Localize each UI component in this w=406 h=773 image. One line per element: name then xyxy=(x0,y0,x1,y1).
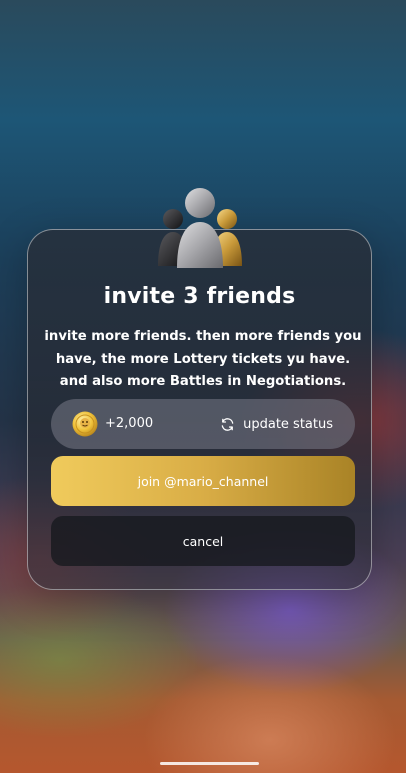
home-indicator[interactable] xyxy=(160,762,259,765)
dialog-description: invite more friends. then more friends y… xyxy=(44,329,362,389)
coin-icon xyxy=(72,411,98,437)
update-status-label: update status xyxy=(243,416,333,432)
join-channel-button[interactable]: join @mario_channel xyxy=(51,456,355,506)
reward-status-row: +2,000 update status xyxy=(51,399,355,449)
refresh-icon xyxy=(220,417,235,432)
reward-amount: +2,000 xyxy=(105,416,154,431)
cancel-button[interactable]: cancel xyxy=(51,516,355,566)
friends-group-icon xyxy=(155,186,245,270)
update-status-button[interactable]: update status xyxy=(220,412,333,436)
dialog-title: invite 3 friends xyxy=(103,284,296,309)
